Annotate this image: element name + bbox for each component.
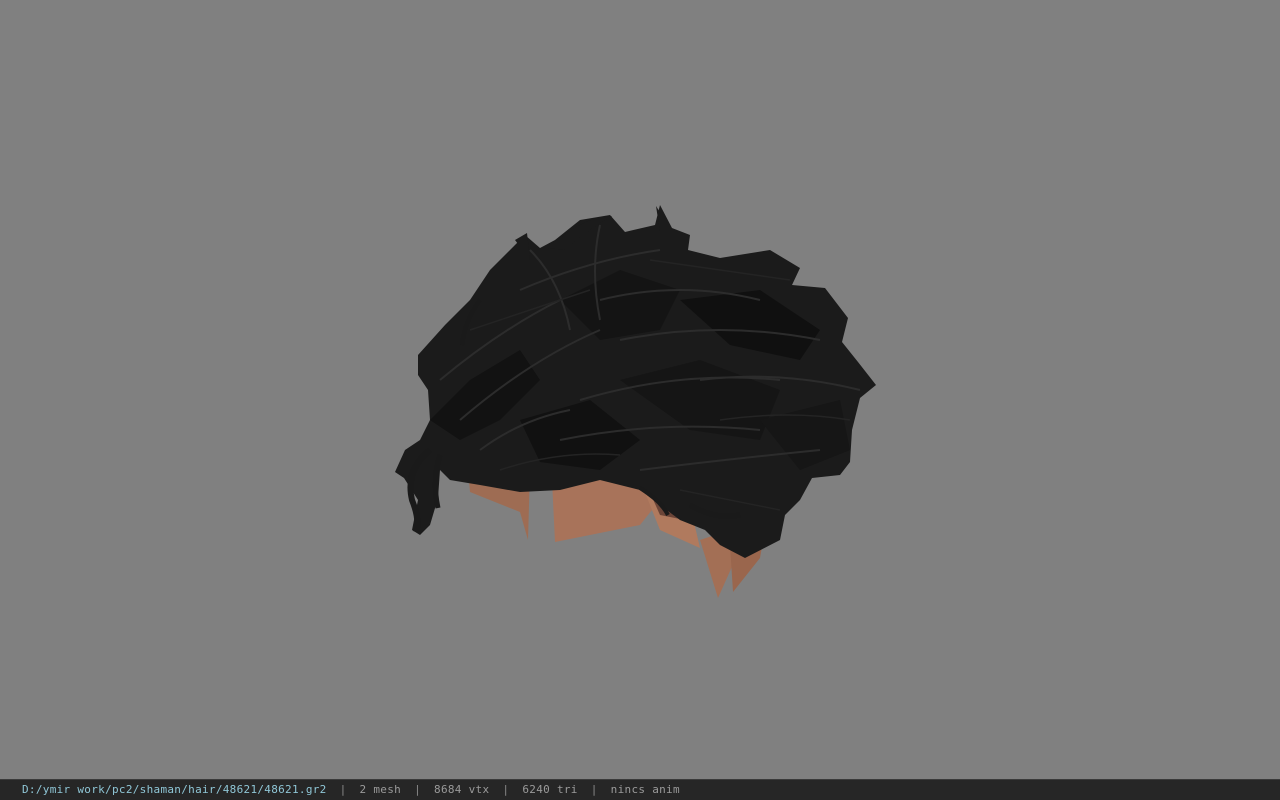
status-bar: D:/ymir work/pc2/shaman/hair/48621/48621… bbox=[0, 779, 1280, 800]
triangle-count: 6240 tri bbox=[522, 783, 578, 796]
separator: | bbox=[502, 783, 510, 796]
file-path: D:/ymir work/pc2/shaman/hair/48621/48621… bbox=[22, 783, 327, 796]
3d-viewport[interactable] bbox=[0, 0, 1280, 779]
model-render bbox=[395, 205, 876, 598]
vertex-count: 8684 vtx bbox=[434, 783, 490, 796]
separator: | bbox=[590, 783, 598, 796]
separator: | bbox=[414, 783, 422, 796]
animation-status: nincs anim bbox=[610, 783, 680, 796]
separator: | bbox=[339, 783, 347, 796]
mesh-count: 2 mesh bbox=[359, 783, 402, 796]
